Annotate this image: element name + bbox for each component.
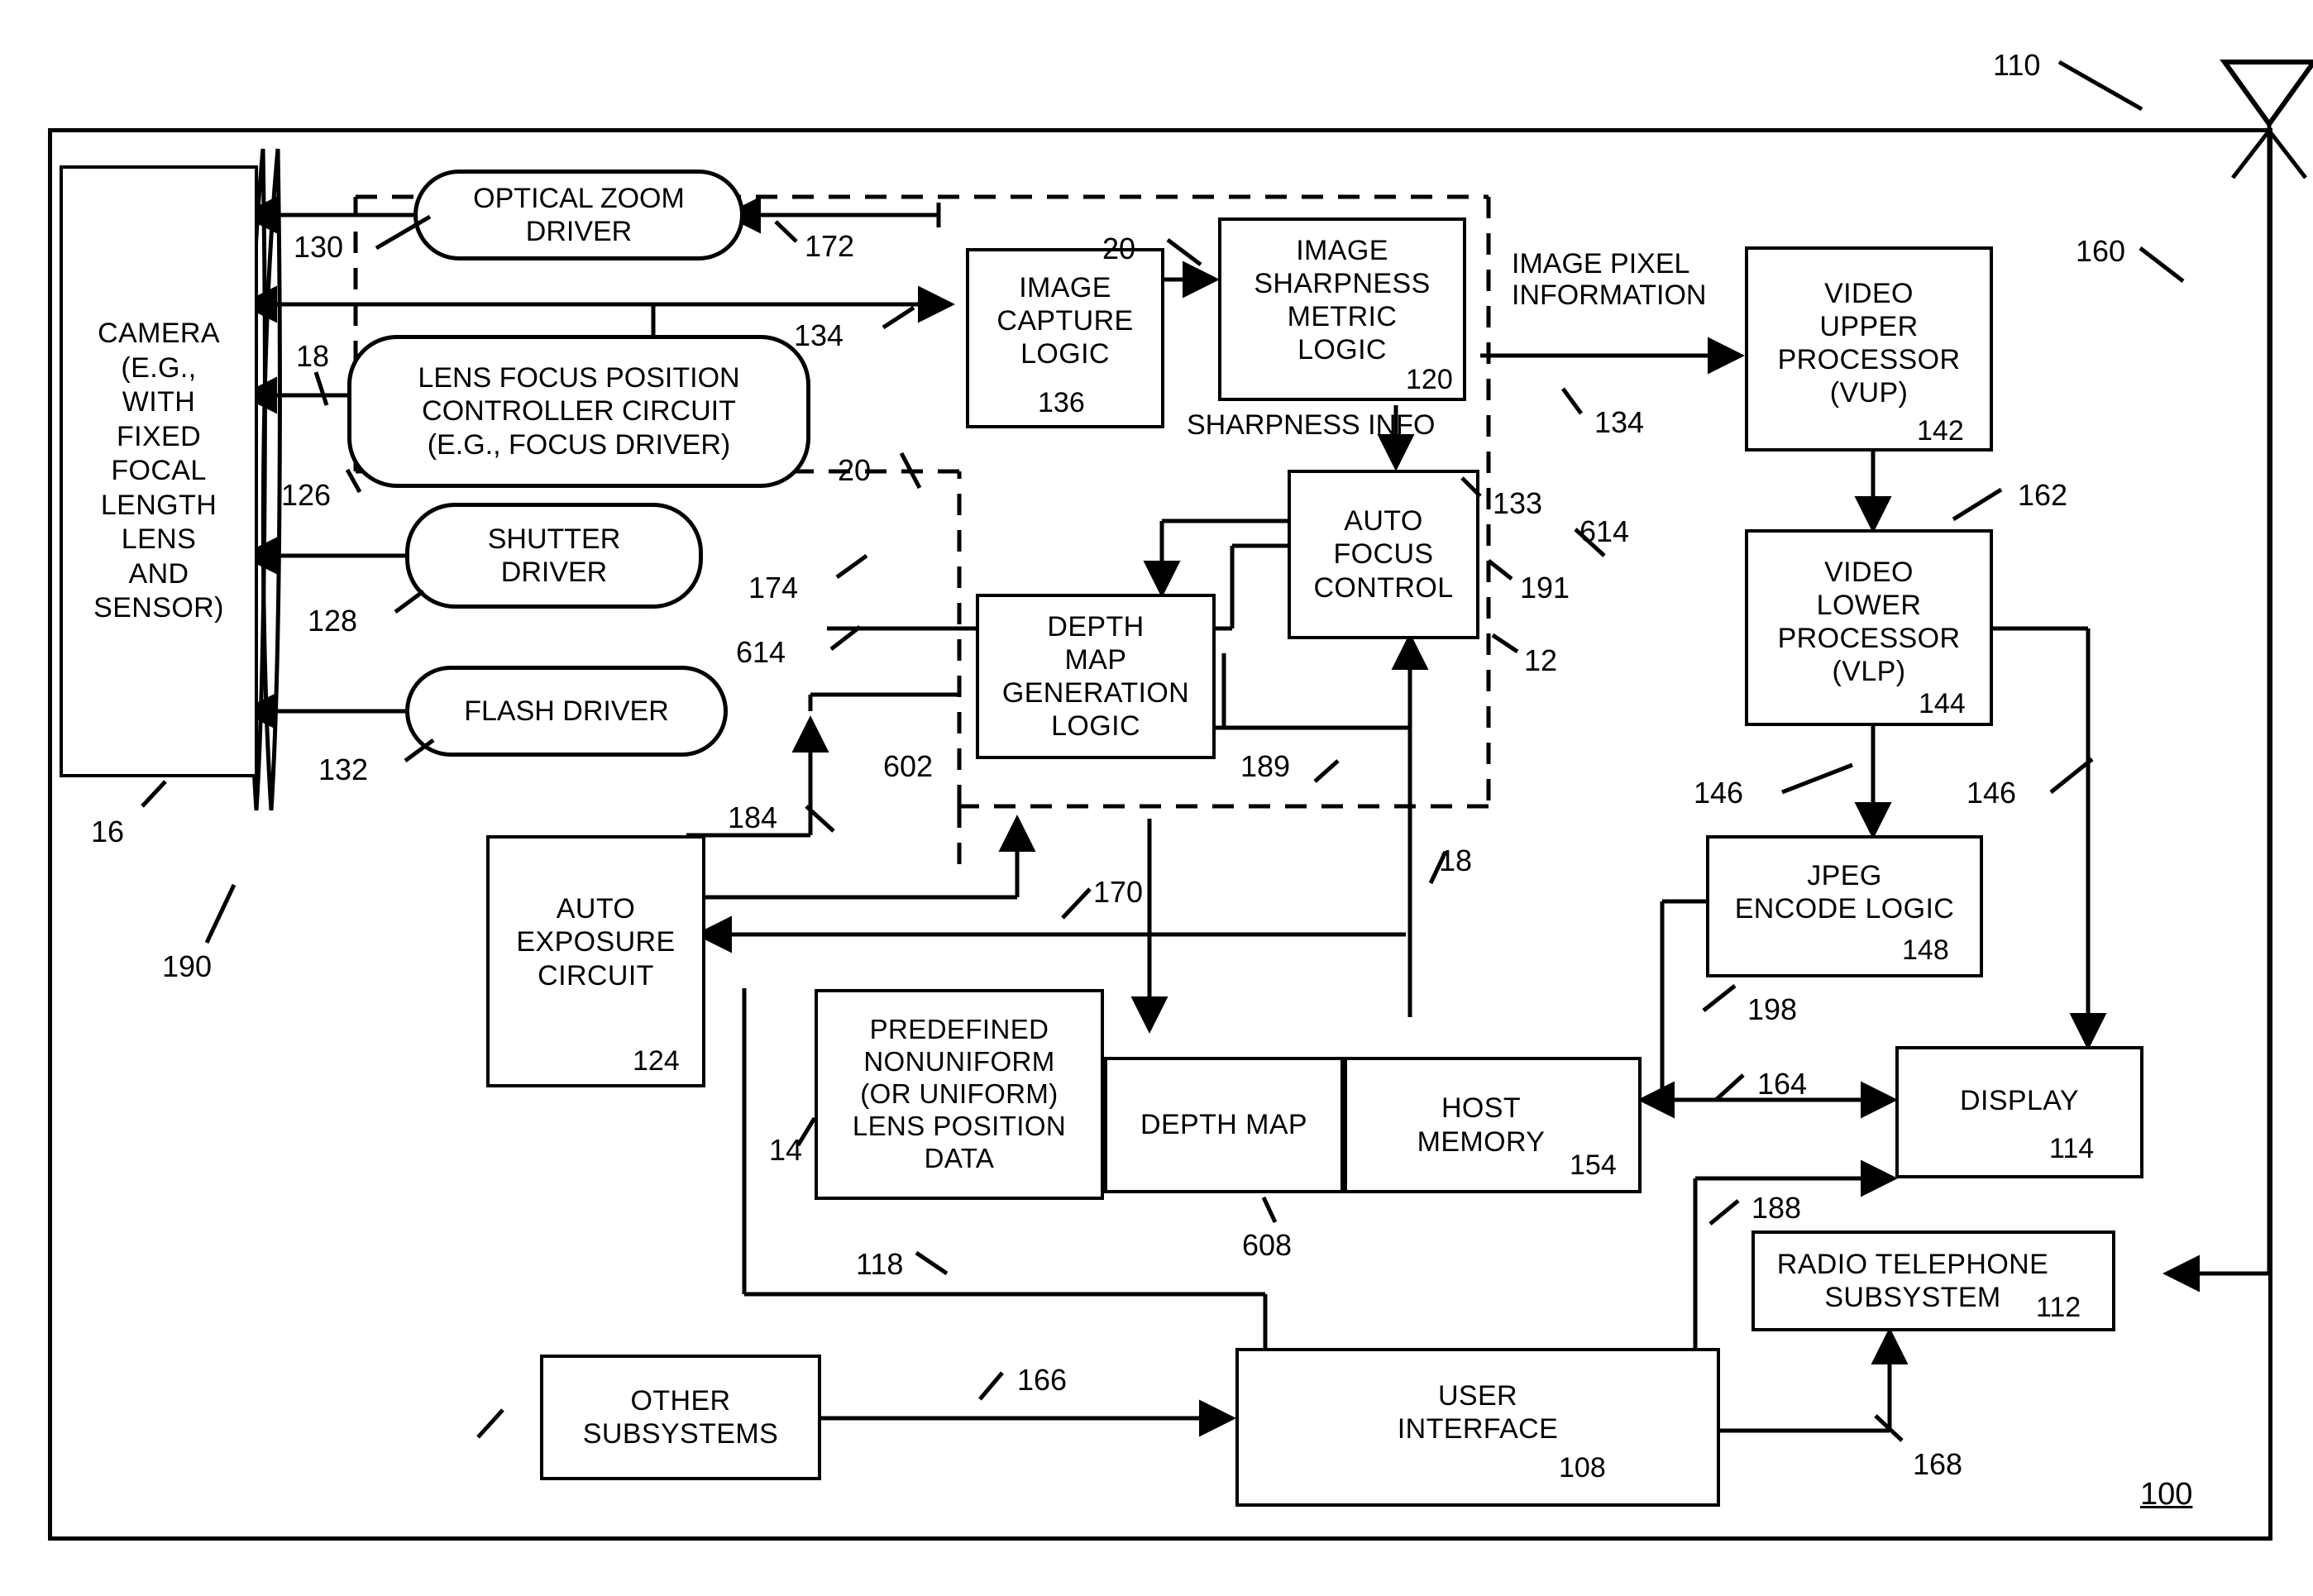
ref-191: 191 (1520, 571, 1570, 604)
ref-18-mid: 18 (1439, 843, 1473, 877)
ref-166: 166 (1017, 1363, 1068, 1397)
image-capture-logic-ref: 136 (1038, 387, 1085, 418)
image-sharpness-metric-logic-ref: 120 (1406, 364, 1453, 395)
user-interface-label: USER INTERFACE (1397, 1379, 1559, 1445)
ref-608: 608 (1242, 1228, 1293, 1262)
ref-174: 174 (748, 571, 799, 604)
ref-170: 170 (1093, 875, 1144, 909)
ref-160: 160 (2076, 234, 2126, 268)
ref-164: 164 (1757, 1067, 1808, 1101)
jpeg-encode-logic-ref: 148 (1902, 934, 1949, 966)
lens-focus-position-controller-label: LENS FOCUS POSITION CONTROLLER CIRCUIT (… (418, 362, 740, 461)
video-upper-processor-ref: 142 (1917, 415, 1964, 447)
optical-zoom-driver-block[interactable]: OPTICAL ZOOM DRIVER (413, 170, 744, 260)
depth-map-generation-logic-label: DEPTH MAP GENERATION LOGIC (1001, 610, 1190, 743)
ref-130: 130 (294, 230, 344, 264)
video-lower-processor-label: VIDEO LOWER PROCESSOR (VLP) (1777, 556, 1961, 688)
ref-190: 190 (162, 949, 213, 983)
ref-126: 126 (281, 478, 332, 512)
user-interface-ref: 108 (1559, 1452, 1606, 1484)
patent-figure-canvas: CAMERA (E.G., WITH FIXED FOCAL LENGTH LE… (0, 0, 2313, 1596)
lens-position-data-block[interactable]: PREDEFINED NONUNIFORM (OR UNIFORM) LENS … (815, 989, 1104, 1200)
lens-focus-position-controller-block[interactable]: LENS FOCUS POSITION CONTROLLER CIRCUIT (… (347, 335, 810, 488)
ref-16: 16 (91, 815, 125, 848)
auto-focus-control-block[interactable]: AUTO FOCUS CONTROL (1288, 470, 1479, 639)
ref-132: 132 (318, 753, 369, 786)
ref-168: 168 (1913, 1447, 1963, 1481)
ref-110: 110 (1993, 48, 2041, 82)
ref-133: 133 (1493, 486, 1543, 520)
flash-driver-block[interactable]: FLASH DRIVER (405, 666, 728, 757)
ref-162: 162 (2018, 478, 2068, 512)
sharpness-info-label: SHARPNESS INFO (1187, 409, 1436, 441)
lens-position-data-label: PREDEFINED NONUNIFORM (OR UNIFORM) LENS … (852, 1014, 1067, 1173)
radio-telephone-subsystem-ref: 112 (2036, 1292, 2081, 1323)
image-sharpness-metric-logic-label: IMAGE SHARPNESS METRIC LOGIC (1254, 234, 1431, 366)
optical-zoom-driver-label: OPTICAL ZOOM DRIVER (473, 182, 685, 247)
ref-146-right: 146 (1967, 776, 2017, 810)
ref-128: 128 (308, 604, 358, 638)
ref-134-right: 134 (1594, 405, 1645, 439)
camera-block[interactable]: CAMERA (E.G., WITH FIXED FOCAL LENGTH LE… (60, 165, 258, 777)
ref-188: 188 (1751, 1191, 1802, 1225)
video-upper-processor-label: VIDEO UPPER PROCESSOR (VUP) (1777, 277, 1961, 409)
ref-172: 172 (805, 229, 855, 263)
host-memory-ref: 154 (1570, 1149, 1617, 1181)
flash-driver-label: FLASH DRIVER (464, 695, 669, 727)
ref-18-left: 18 (296, 339, 330, 373)
ref-134-left: 134 (794, 318, 844, 352)
ref-14: 14 (769, 1133, 803, 1167)
ref-12: 12 (1524, 643, 1558, 677)
auto-exposure-circuit-label: AUTO EXPOSURE CIRCUIT (516, 893, 676, 992)
ref-602: 602 (883, 749, 934, 783)
ref-146-left: 146 (1694, 776, 1744, 810)
shutter-driver-block[interactable]: SHUTTER DRIVER (405, 503, 703, 609)
auto-focus-control-label: AUTO FOCUS CONTROL (1313, 505, 1454, 604)
ref-614-mid: 614 (1579, 514, 1630, 548)
display-label: DISPLAY (1960, 1084, 2079, 1116)
display-block[interactable]: DISPLAY (1895, 1046, 2143, 1178)
ref-20-top: 20 (1102, 232, 1136, 265)
ref-184: 184 (728, 800, 778, 834)
video-lower-processor-ref: 144 (1919, 688, 1966, 719)
depth-map-generation-logic-block[interactable]: DEPTH MAP GENERATION LOGIC (976, 594, 1216, 759)
ref-614-left: 614 (736, 635, 786, 669)
user-interface-block[interactable]: USER INTERFACE (1235, 1348, 1720, 1507)
image-capture-logic-label: IMAGE CAPTURE LOGIC (996, 271, 1134, 370)
ref-198: 198 (1747, 992, 1798, 1026)
auto-exposure-circuit-ref: 124 (633, 1045, 680, 1077)
other-subsystems-label: OTHER SUBSYSTEMS (582, 1384, 779, 1450)
ref-20-mid: 20 (838, 453, 872, 487)
ref-118: 118 (856, 1247, 904, 1281)
camera-label: CAMERA (E.G., WITH FIXED FOCAL LENGTH LE… (93, 318, 224, 624)
display-ref: 114 (2049, 1133, 2095, 1164)
depth-map-block[interactable]: DEPTH MAP (1104, 1057, 1344, 1193)
other-subsystems-block[interactable]: OTHER SUBSYSTEMS (540, 1355, 821, 1480)
ref-189: 189 (1240, 749, 1291, 783)
host-memory-label: HOST MEMORY (1417, 1092, 1546, 1158)
depth-map-label: DEPTH MAP (1140, 1109, 1307, 1141)
shutter-driver-label: SHUTTER DRIVER (487, 523, 621, 588)
image-pixel-information-label: IMAGE PIXEL INFORMATION (1512, 248, 1707, 312)
figure-ref-100: 100 (2140, 1477, 2193, 1512)
